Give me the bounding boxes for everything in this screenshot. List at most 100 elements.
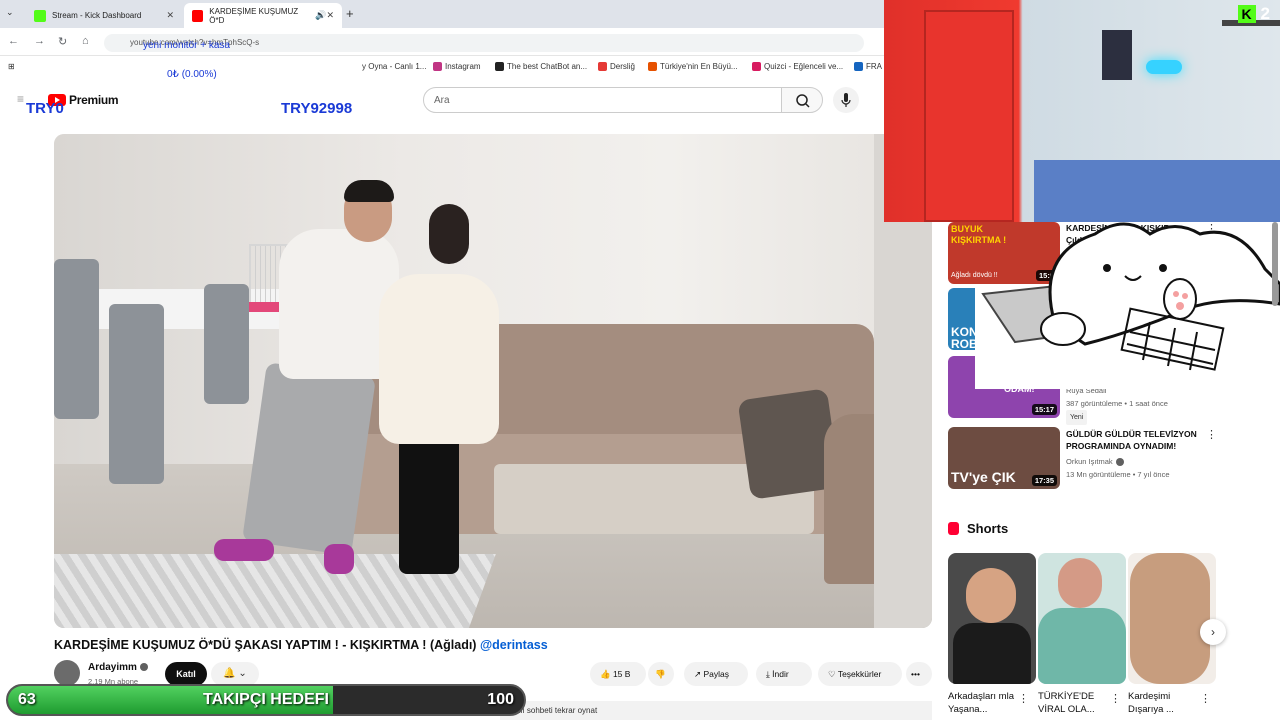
short-shirt bbox=[1038, 608, 1126, 684]
short-face bbox=[966, 568, 1016, 623]
follower-goal-bar: 63 TAKIPÇI HEDEFI 100 bbox=[6, 684, 526, 716]
short-thumbnail[interactable] bbox=[1128, 553, 1216, 684]
tab-kick-dashboard[interactable]: Stream - Kick Dashboard ✕ bbox=[26, 3, 182, 28]
dislike-button[interactable]: 👎 bbox=[648, 662, 674, 686]
video-boy-hair bbox=[344, 180, 394, 202]
bookmark-label: Dersliğ bbox=[610, 62, 635, 71]
browser-tab-bar: ⌄ Stream - Kick Dashboard ✕ KARDEŞİME KU… bbox=[0, 0, 884, 28]
bongo-cat-paw bbox=[1163, 278, 1197, 320]
download-label: İndir bbox=[772, 669, 789, 679]
shorts-heading: Shorts bbox=[967, 521, 1009, 536]
donation-target: TRY92998 bbox=[281, 100, 353, 117]
mention-link[interactable]: @derintass bbox=[480, 638, 548, 652]
bookmark-item[interactable]: y Oyna - Canlı 1... bbox=[362, 62, 426, 71]
short-title[interactable]: Kardeşimi Dışarıya ... bbox=[1128, 690, 1208, 716]
video-girl-legs bbox=[399, 434, 459, 574]
bookmark-item[interactable]: Dersliğ bbox=[598, 62, 635, 71]
notification-bell-button[interactable]: 🔔 ⌄ bbox=[211, 662, 259, 686]
channel-avatar[interactable] bbox=[54, 660, 80, 686]
tab-title: Stream - Kick Dashboard bbox=[52, 11, 142, 20]
short-face bbox=[1058, 558, 1102, 608]
shorts-next-button[interactable]: › bbox=[1200, 619, 1226, 645]
bookmarks-bar: ⊞ y Oyna - Canlı 1... Instagram The best… bbox=[0, 56, 884, 78]
thumbnail-text: TV'ye ÇIK bbox=[951, 469, 1016, 485]
shorts-icon bbox=[948, 522, 959, 535]
bookmark-item[interactable]: FRA bbox=[854, 62, 882, 71]
recommended-thumbnail[interactable]: TV'ye ÇIK 17:35 bbox=[948, 427, 1060, 489]
search-button[interactable] bbox=[781, 87, 823, 113]
like-button[interactable]: 👍 15 B bbox=[590, 662, 646, 686]
bookmark-item[interactable]: Quizci - Eğlenceli ve... bbox=[752, 62, 843, 71]
bookmark-item[interactable]: Instagram bbox=[433, 62, 481, 71]
chat-replay-bar[interactable]: Canlı sohbeti tekrar oynat bbox=[500, 701, 932, 720]
donation-goal-progress: 0₺ (0.00%) bbox=[167, 69, 217, 80]
thumbs-up-icon: 👍 bbox=[600, 669, 613, 679]
close-tab-icon[interactable]: ✕ bbox=[326, 10, 334, 21]
forward-icon[interactable]: → bbox=[34, 35, 45, 47]
back-icon[interactable]: ← bbox=[8, 35, 19, 47]
shorts-section-header: Shorts bbox=[948, 521, 1008, 536]
logo-text: Premium bbox=[69, 93, 119, 107]
bongo-cat-paw-pad bbox=[1182, 293, 1188, 299]
bongo-cat-paw-pad bbox=[1173, 291, 1179, 297]
video-title: KARDEŞİME KUŞUMUZ Ö*DÜ ŞAKASI YAPTIM ! -… bbox=[54, 638, 548, 652]
donation-goal-label: yeni monitör + kasa bbox=[143, 40, 230, 51]
video-chair bbox=[54, 259, 99, 419]
download-button[interactable]: ⤓ İndir bbox=[756, 662, 812, 686]
close-tab-icon[interactable]: ✕ bbox=[166, 10, 174, 21]
video-duration: 17:35 bbox=[1031, 475, 1057, 486]
video-slipper bbox=[214, 539, 274, 561]
verified-icon bbox=[139, 663, 148, 672]
recommended-meta: 13 Mn görüntüleme • 7 yıl önce bbox=[1066, 470, 1170, 479]
video-title-text: KARDEŞİME KUŞUMUZ Ö*DÜ ŞAKASI YAPTIM ! -… bbox=[54, 638, 480, 652]
more-options-icon[interactable]: ⋮ bbox=[1200, 692, 1211, 705]
short-title[interactable]: Arkadaşları mla Yaşana... bbox=[948, 690, 1028, 716]
video-slipper bbox=[324, 544, 354, 574]
more-options-icon[interactable]: ⋮ bbox=[1018, 692, 1029, 705]
more-actions-button[interactable]: ••• bbox=[906, 662, 932, 686]
quizci-icon bbox=[752, 62, 761, 71]
donation-current: TRY0 bbox=[26, 100, 64, 117]
bookmark-label: The best ChatBot an... bbox=[507, 62, 588, 71]
tab-search-icon[interactable]: ⌄ bbox=[6, 7, 14, 18]
bongo-cat-eye bbox=[1103, 264, 1111, 272]
channel-name-text: Ardayimm bbox=[88, 662, 137, 673]
more-options-icon[interactable]: ⋮ bbox=[1110, 692, 1121, 705]
video-girl-head bbox=[429, 204, 469, 264]
search-input[interactable]: Ara bbox=[423, 87, 783, 113]
menu-icon[interactable]: ≡ bbox=[17, 92, 24, 106]
kick-favicon-icon bbox=[34, 9, 46, 22]
bookmark-item[interactable]: The best ChatBot an... bbox=[495, 62, 587, 71]
thanks-label: Teşekkürler bbox=[837, 669, 882, 679]
bookmark-item[interactable]: Türkiye'nin En Büyü... bbox=[648, 62, 738, 71]
recommended-channel[interactable]: Orkun Işıtmak bbox=[1066, 455, 1124, 468]
new-badge-label: Yeni bbox=[1066, 410, 1088, 425]
thanks-button[interactable]: ♡ Teşekkürler bbox=[818, 662, 902, 686]
share-button[interactable]: ↗ Paylaş bbox=[684, 662, 748, 686]
tab-youtube-video[interactable]: KARDEŞİME KUŞUMUZ Ö*D 🔊 ✕ bbox=[184, 3, 342, 28]
audio-icon[interactable]: 🔊 bbox=[315, 10, 326, 21]
short-thumbnail[interactable] bbox=[948, 553, 1036, 684]
bookmark-label: y Oyna - Canlı 1... bbox=[362, 62, 427, 71]
apps-icon[interactable]: ⊞ bbox=[8, 62, 15, 71]
page-scrollbar[interactable] bbox=[1272, 222, 1278, 306]
home-icon[interactable]: ⌂ bbox=[82, 35, 89, 47]
new-badge: Yeni bbox=[1066, 410, 1088, 425]
join-button[interactable]: Katıl bbox=[165, 662, 207, 686]
bookmark-label: FRA bbox=[866, 62, 882, 71]
short-title[interactable]: TÜRKİYE'DE VİRAL OLA... bbox=[1038, 690, 1118, 716]
new-tab-button[interactable]: + bbox=[346, 6, 354, 21]
short-thumbnail[interactable] bbox=[1038, 553, 1126, 684]
reload-icon[interactable]: ↻ bbox=[58, 35, 67, 48]
instagram-icon bbox=[433, 62, 442, 71]
voice-search-button[interactable] bbox=[833, 87, 859, 113]
kick-viewer-badge: K 2 bbox=[1237, 4, 1270, 24]
bookmark-label: Quizci - Eğlenceli ve... bbox=[764, 62, 844, 71]
video-chair bbox=[204, 284, 249, 404]
more-options-icon[interactable]: ⋮ bbox=[1206, 428, 1217, 441]
video-player[interactable] bbox=[54, 134, 932, 628]
verified-icon bbox=[1115, 458, 1124, 467]
recommended-title[interactable]: GÜLDÜR GÜLDÜR TELEVİZYON PROGRAMINDA OYN… bbox=[1066, 428, 1206, 452]
channel-name[interactable]: Ardayimm bbox=[88, 662, 148, 673]
share-label: Paylaş bbox=[703, 669, 729, 679]
